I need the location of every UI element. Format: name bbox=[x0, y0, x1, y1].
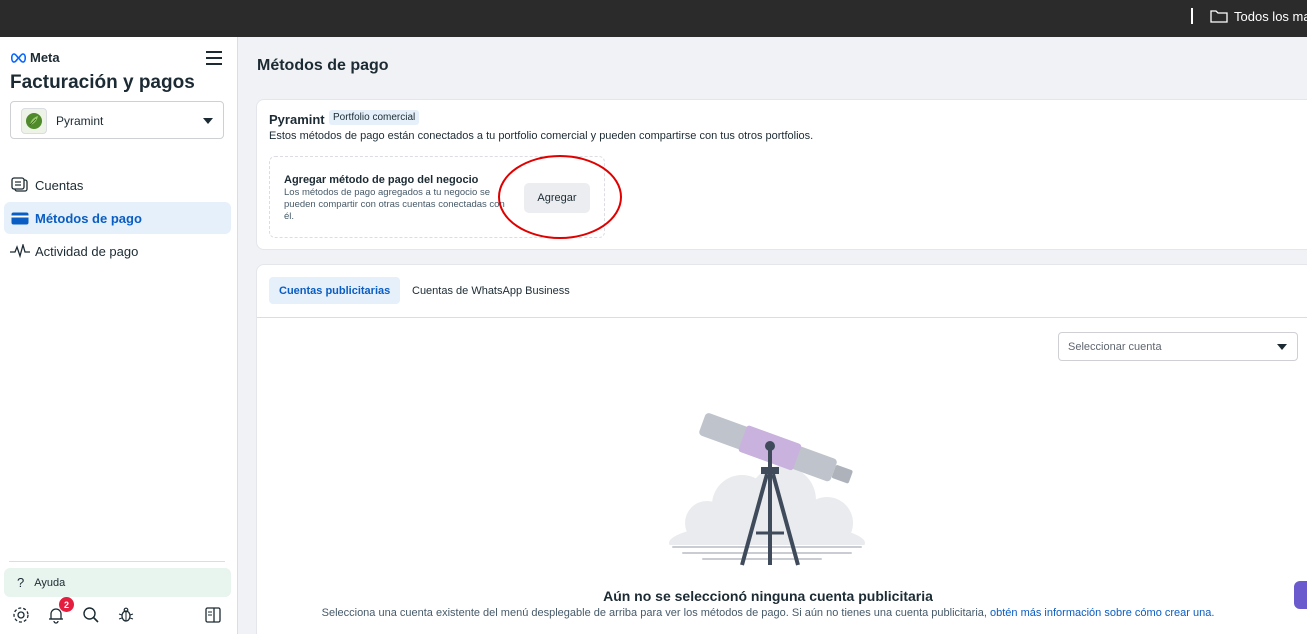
telescope-illustration-icon bbox=[662, 413, 872, 575]
folder-label[interactable]: Todos los mar bbox=[1234, 9, 1307, 24]
activity-icon bbox=[10, 241, 30, 261]
empty-state-text: Selecciona una cuenta existente del menú… bbox=[321, 607, 990, 619]
empty-state-title: Aún no se seleccionó ninguna cuenta publ… bbox=[603, 588, 933, 604]
portfolio-tag: Portfolio comercial bbox=[329, 110, 420, 125]
portfolio-description: Estos métodos de pago están conectados a… bbox=[269, 130, 814, 142]
tab-cuentas-whatsapp[interactable]: Cuentas de WhatsApp Business bbox=[402, 277, 580, 304]
accounts-icon bbox=[10, 175, 30, 195]
sidebar-item-cuentas[interactable]: Cuentas bbox=[4, 169, 231, 201]
meta-logo-text: Meta bbox=[30, 50, 60, 65]
bug-icon[interactable] bbox=[116, 605, 136, 625]
business-name: Pyramint bbox=[56, 114, 104, 128]
chevron-down-icon bbox=[1277, 344, 1287, 350]
leaf-icon bbox=[21, 108, 47, 134]
sidebar-item-label: Actividad de pago bbox=[35, 243, 139, 259]
sidebar-item-metodos-de-pago[interactable]: Métodos de pago bbox=[4, 202, 231, 234]
menu-icon[interactable] bbox=[206, 51, 222, 65]
sidebar-item-label: Métodos de pago bbox=[35, 210, 142, 226]
accounts-card: Cuentas publicitarias Cuentas de WhatsAp… bbox=[256, 264, 1307, 634]
learn-more-link[interactable]: obtén más información sobre cómo crear u… bbox=[990, 607, 1214, 619]
help-button[interactable]: ? Ayuda bbox=[4, 568, 231, 597]
add-payment-title: Agregar método de pago del negocio bbox=[284, 174, 479, 186]
portfolio-card: Pyramint Portfolio comercial Estos métod… bbox=[256, 99, 1307, 250]
sidebar-divider bbox=[9, 561, 225, 562]
folder-icon[interactable] bbox=[1210, 9, 1228, 23]
meta-logo: Meta bbox=[10, 50, 60, 65]
search-icon[interactable] bbox=[81, 605, 101, 625]
portfolio-name: Pyramint bbox=[269, 112, 325, 127]
tab-cuentas-publicitarias[interactable]: Cuentas publicitarias bbox=[269, 277, 401, 304]
top-bar-separator bbox=[1191, 8, 1193, 24]
top-bar: Todos los mar bbox=[0, 0, 1307, 37]
tabs-divider bbox=[257, 317, 1307, 318]
meta-infinity-icon bbox=[10, 52, 27, 63]
help-label: Ayuda bbox=[34, 576, 66, 589]
account-select[interactable]: Seleccionar cuenta bbox=[1058, 332, 1298, 361]
sidebar: Meta Facturación y pagos Pyramint Cuenta… bbox=[0, 37, 238, 634]
empty-state-description: Selecciona una cuenta existente del menú… bbox=[257, 607, 1279, 619]
app-title: Facturación y pagos bbox=[10, 72, 195, 93]
add-payment-button[interactable]: Agregar bbox=[524, 183, 590, 213]
sidebar-item-label: Cuentas bbox=[35, 177, 84, 193]
floating-edge-button[interactable] bbox=[1294, 581, 1307, 609]
page-title: Métodos de pago bbox=[257, 57, 389, 74]
notification-badge: 2 bbox=[59, 597, 74, 612]
business-selector[interactable]: Pyramint bbox=[10, 101, 224, 139]
credit-card-icon bbox=[10, 208, 30, 228]
add-payment-method-box: Agregar método de pago del negocio Los m… bbox=[269, 156, 605, 238]
help-icon: ? bbox=[17, 575, 25, 590]
account-select-placeholder: Seleccionar cuenta bbox=[1068, 341, 1162, 353]
sidebar-bottom-toolbar: 2 bbox=[0, 597, 238, 627]
sidebar-item-actividad-de-pago[interactable]: Actividad de pago bbox=[4, 235, 231, 267]
chevron-down-icon bbox=[203, 118, 213, 124]
panel-toggle-icon[interactable] bbox=[203, 605, 223, 625]
gear-icon[interactable] bbox=[11, 605, 31, 625]
add-payment-description: Los métodos de pago agregados a tu negoc… bbox=[284, 187, 505, 222]
